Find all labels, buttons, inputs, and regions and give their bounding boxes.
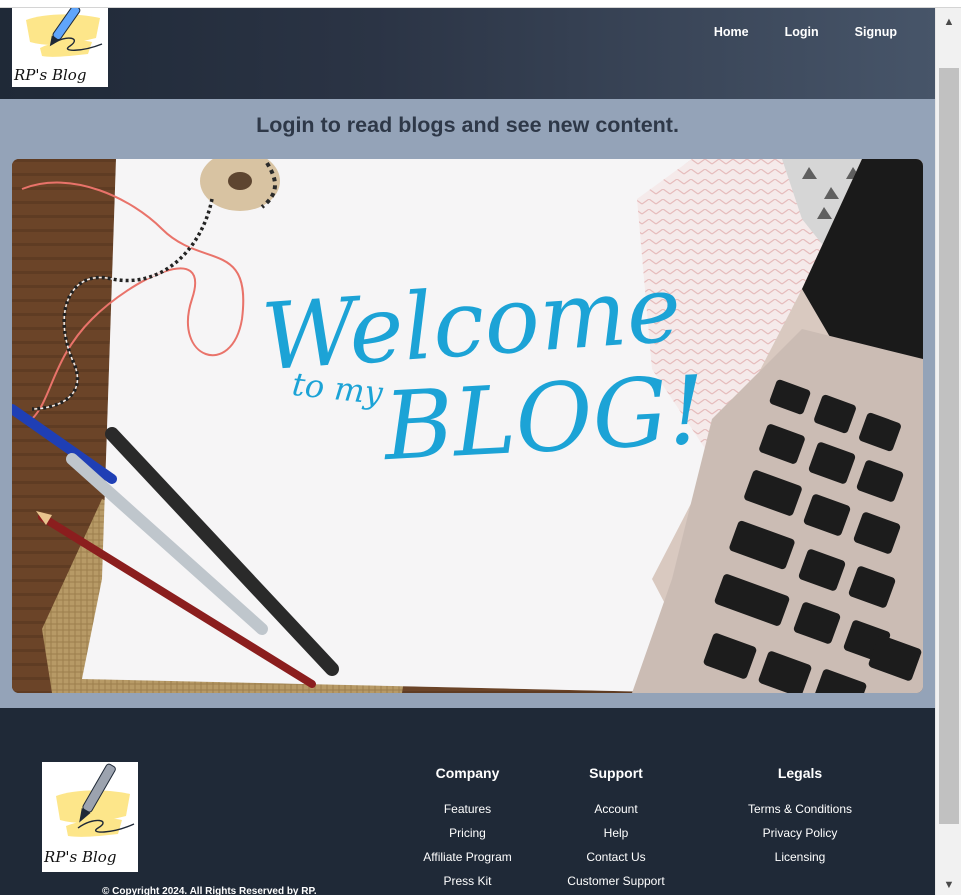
site-logo[interactable]: RP's Blog [12, 8, 108, 87]
pen-scribble-logo-icon: RP's Blog [13, 8, 103, 84]
footer-logo[interactable]: RP's Blog [42, 762, 138, 872]
footer-link-account[interactable]: Account [566, 797, 666, 821]
page-headline: Login to read blogs and see new content. [256, 113, 679, 137]
scrollbar-thumb[interactable] [939, 68, 959, 824]
footer: RP's Blog Company Features Pricing Affil… [0, 708, 935, 895]
svg-text:RP's Blog: RP's Blog [43, 848, 116, 866]
footer-column-legals: Legals Terms & Conditions Privacy Policy… [745, 765, 855, 869]
footer-link-pricing[interactable]: Pricing [423, 821, 512, 845]
footer-link-licensing[interactable]: Licensing [745, 845, 855, 869]
hero-image: Welcome to my BLOG! [12, 159, 923, 693]
footer-column-company: Company Features Pricing Affiliate Progr… [423, 765, 512, 893]
nav-links: Home Login Signup [714, 25, 911, 39]
page-viewport: RP's Blog Home Login Signup Login to rea… [0, 0, 935, 895]
footer-link-customer-support[interactable]: Customer Support [566, 869, 666, 893]
triangle-down-icon[interactable]: ▼ [936, 875, 961, 895]
copyright-text: © Copyright 2024. All Rights Reserved by… [102, 886, 317, 895]
vertical-scrollbar[interactable]: ▲ ▼ [935, 8, 961, 895]
footer-column-title: Support [589, 765, 643, 781]
navbar: RP's Blog Home Login Signup [0, 8, 935, 99]
footer-link-contact-us[interactable]: Contact Us [566, 845, 666, 869]
pen-scribble-logo-icon: RP's Blog [43, 763, 135, 866]
footer-link-privacy-policy[interactable]: Privacy Policy [745, 821, 855, 845]
footer-link-help[interactable]: Help [566, 821, 666, 845]
triangle-up-icon[interactable]: ▲ [936, 12, 961, 32]
footer-link-terms-conditions[interactable]: Terms & Conditions [745, 797, 855, 821]
svg-text:RP's Blog: RP's Blog [13, 66, 86, 84]
footer-column-title: Company [435, 765, 500, 781]
svg-text:BLOG!: BLOG! [379, 356, 708, 482]
footer-link-affiliate-program[interactable]: Affiliate Program [423, 845, 512, 869]
footer-column-support: Support Account Help Contact Us Customer… [566, 765, 666, 893]
nav-signup-link[interactable]: Signup [841, 25, 911, 39]
footer-column-title: Legals [777, 765, 823, 781]
footer-link-features[interactable]: Features [423, 797, 512, 821]
nav-login-link[interactable]: Login [771, 25, 833, 39]
footer-link-press-kit[interactable]: Press Kit [423, 869, 512, 893]
nav-home-link[interactable]: Home [714, 25, 763, 39]
window-top-edge [0, 0, 961, 8]
